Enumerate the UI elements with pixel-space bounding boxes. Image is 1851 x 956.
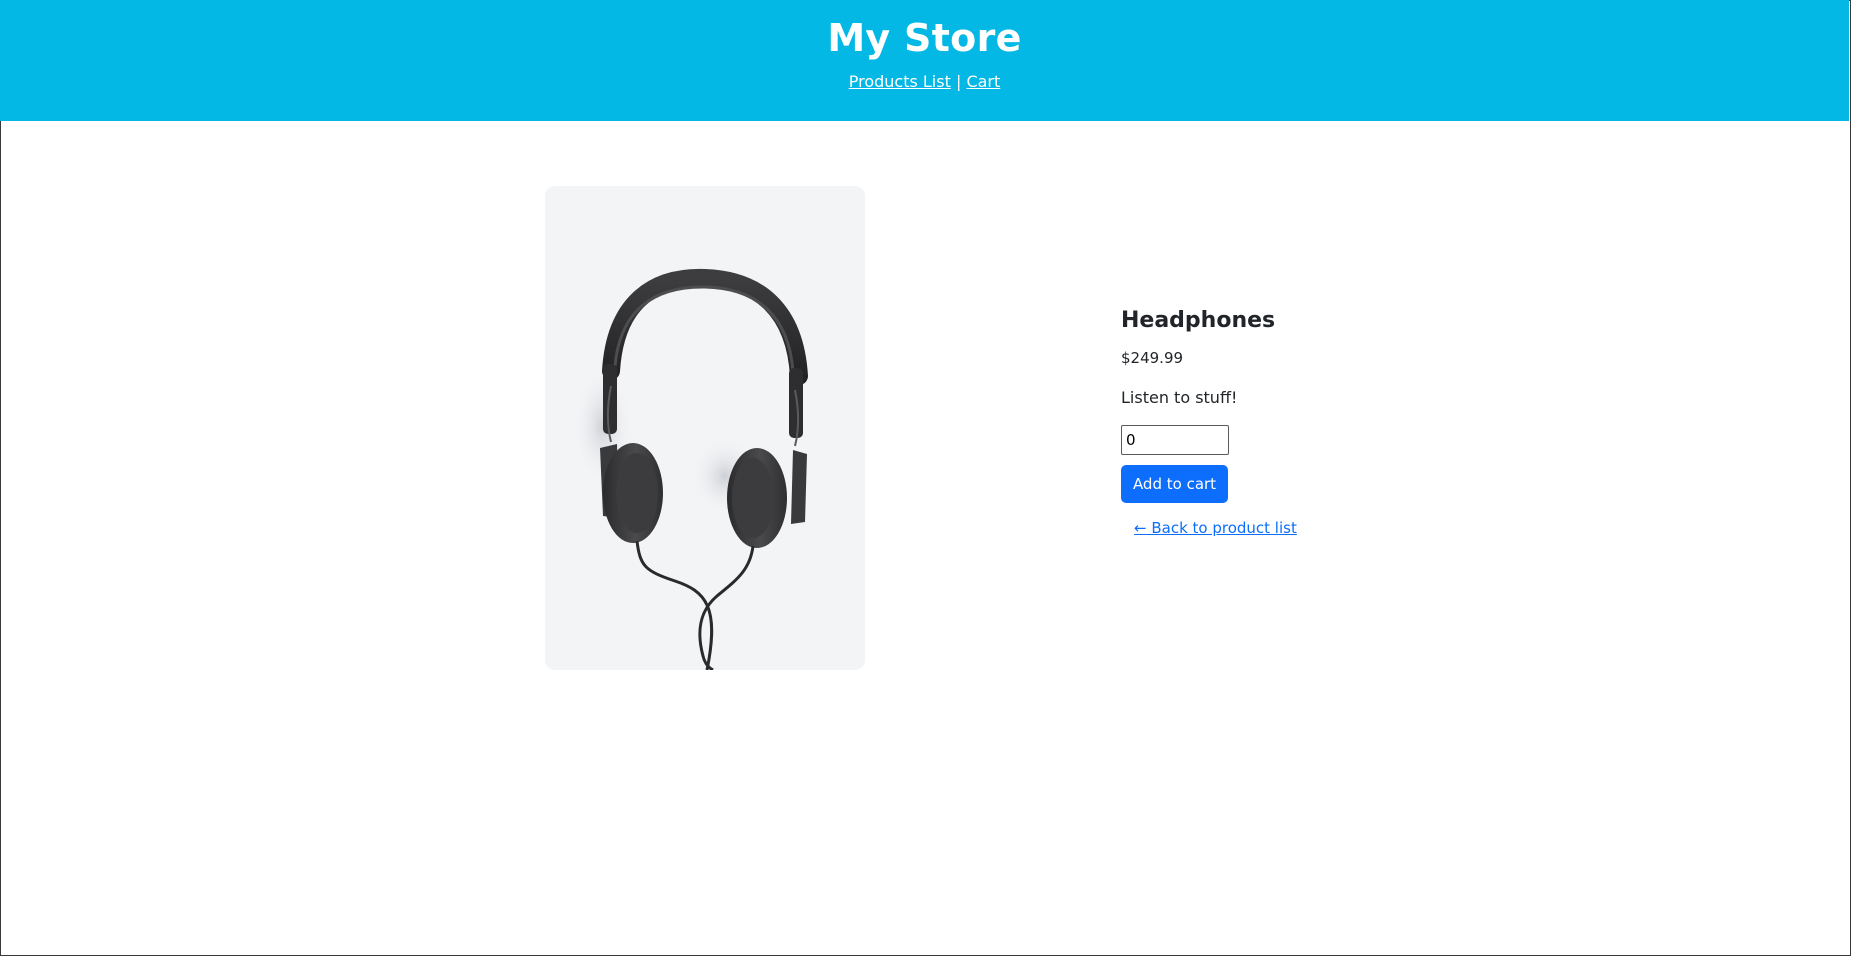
add-to-cart-button[interactable]: Add to cart: [1121, 465, 1228, 503]
product-image: [545, 186, 865, 670]
back-to-product-list-link[interactable]: ← Back to product list: [1134, 517, 1297, 539]
nav-separator: |: [955, 72, 962, 91]
product-price: $249.99: [1121, 349, 1184, 367]
browser-viewport: [0, 0, 1851, 956]
store-title: My Store: [827, 16, 1022, 60]
quantity-input[interactable]: [1121, 425, 1229, 455]
site-header: My Store Products List | Cart: [0, 0, 1849, 121]
nav-products-list-link[interactable]: Products List: [849, 72, 951, 91]
headphones-photo: [573, 268, 808, 670]
top-nav: Products List | Cart: [0, 71, 1849, 93]
product-description: Listen to stuff!: [1121, 388, 1238, 407]
nav-cart-link[interactable]: Cart: [966, 72, 1000, 91]
product-name: Headphones: [1121, 308, 1276, 333]
